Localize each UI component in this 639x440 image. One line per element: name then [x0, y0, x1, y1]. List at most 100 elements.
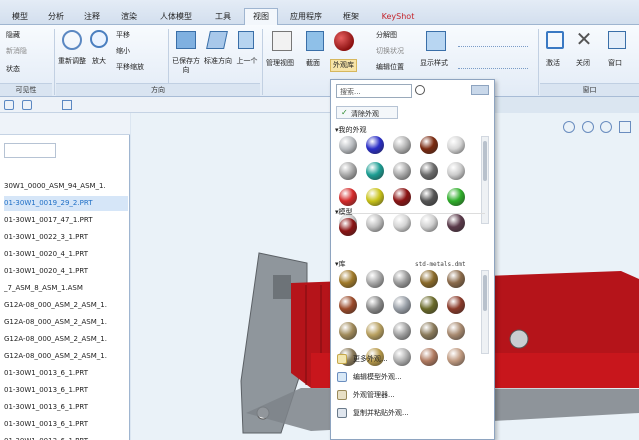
appearance-swatch[interactable] — [366, 296, 384, 314]
appearance-swatch[interactable] — [339, 188, 357, 206]
undo-icon[interactable] — [4, 100, 14, 110]
tree-row[interactable]: 01-30W1_0013_6_1.PRT — [4, 400, 128, 415]
appearance-swatch[interactable] — [447, 214, 465, 232]
tree-row-selected[interactable]: 01-30W1_0019_29_2.PRT — [4, 196, 128, 211]
appearance-swatch[interactable] — [366, 322, 384, 340]
edit-position-item[interactable]: 编辑位置 — [376, 63, 404, 72]
appearance-swatch[interactable] — [420, 188, 438, 206]
appearance-swatch[interactable] — [447, 296, 465, 314]
appearance-swatch[interactable] — [339, 296, 357, 314]
appearance-swatch[interactable] — [339, 162, 357, 180]
zoom-out-item[interactable]: 缩小 — [116, 47, 130, 56]
tab-applications[interactable]: 应用程序 — [282, 9, 330, 24]
toggle-status-item[interactable]: 切换状况 — [376, 47, 404, 56]
tab-annotate[interactable]: 注释 — [76, 9, 108, 24]
appearance-swatch[interactable] — [393, 296, 411, 314]
exploded-view-item[interactable]: 分解图 — [376, 31, 397, 40]
search-icon[interactable] — [415, 85, 425, 95]
tab-tools[interactable]: 工具 — [206, 9, 240, 24]
new-hide-item[interactable]: 新消隐 — [6, 47, 27, 56]
appearance-swatch[interactable] — [393, 322, 411, 340]
tree-row[interactable]: G12A-08_000_ASM_2_ASM_1. — [4, 315, 128, 330]
tree-row[interactable]: G12A-08_000_ASM_2_ASM_1. — [4, 349, 128, 364]
appearance-swatch[interactable] — [447, 270, 465, 288]
tab-view[interactable]: 视图 — [244, 8, 278, 25]
appearance-swatch[interactable] — [447, 188, 465, 206]
tab-analysis[interactable]: 分析 — [40, 9, 72, 24]
my-appearances-scrollbar[interactable] — [481, 136, 489, 224]
edit-model-appearance-item[interactable]: 编辑模型外观... — [337, 370, 487, 384]
tab-human-model[interactable]: 人体模型 — [150, 9, 202, 24]
appearance-swatch[interactable] — [366, 188, 384, 206]
tree-row[interactable]: G12A-08_000_ASM_2_ASM_1. — [4, 332, 128, 347]
appearance-gallery-button[interactable]: 外观库 — [330, 59, 357, 72]
standard-orientation-button[interactable]: 标准方向 — [204, 57, 232, 66]
model-tree-panel: 30W1_0000_ASM_94_ASM_1. 01-30W1_0019_29_… — [0, 113, 130, 440]
display-style-button[interactable]: 显示样式 — [420, 59, 448, 68]
section-icon — [306, 31, 324, 51]
tree-filter-dropdown[interactable] — [4, 143, 56, 158]
window-group-label: 窗口 — [540, 83, 639, 96]
appearance-swatch[interactable] — [366, 214, 384, 232]
appearance-swatch[interactable] — [339, 270, 357, 288]
activate-button[interactable]: 激活 — [546, 59, 560, 68]
appearance-swatch[interactable] — [420, 322, 438, 340]
appearance-gallery-dropdown: 搜索... ✓ 清除外观 ▾我的外观 ▾模型 ▾库 std-metals.dmt… — [330, 79, 495, 440]
view-options-icon[interactable] — [471, 85, 489, 95]
appearance-swatch[interactable] — [447, 136, 465, 154]
previous-button[interactable]: 上一个 — [234, 57, 260, 66]
appearance-swatch[interactable] — [420, 214, 438, 232]
tab-render[interactable]: 渲染 — [112, 9, 146, 24]
appearance-swatch[interactable] — [366, 136, 384, 154]
tree-row[interactable]: 30W1_0000_ASM_94_ASM_1. — [4, 179, 128, 194]
tab-keyshot[interactable]: KeyShot — [372, 9, 424, 24]
appearance-swatch[interactable] — [339, 218, 357, 236]
appearance-swatch[interactable] — [393, 136, 411, 154]
tree-row[interactable]: G12A-08_000_ASM_2_ASM_1. — [4, 298, 128, 313]
zoom-in-button[interactable]: 放大 — [92, 57, 106, 66]
appearance-swatch[interactable] — [420, 270, 438, 288]
tree-row[interactable]: 01-30W1_0020_4_1.PRT — [4, 264, 128, 279]
tab-model[interactable]: 模型 — [4, 9, 36, 24]
refit-button[interactable]: 重新调整 — [58, 57, 86, 66]
copy-paste-appearance-item[interactable]: 复制并粘贴外观... — [337, 406, 487, 420]
library-scrollbar[interactable] — [481, 270, 489, 354]
saved-orientation-button[interactable]: 已保存方向 — [172, 57, 200, 75]
window-button[interactable]: 窗口 — [608, 59, 622, 68]
status-item[interactable]: 状态 — [6, 65, 20, 74]
tree-row[interactable]: 01-30W1_0020_4_1.PRT — [4, 247, 128, 262]
appearance-swatch[interactable] — [339, 136, 357, 154]
appearance-search-input[interactable]: 搜索... — [336, 84, 412, 98]
appearance-swatch[interactable] — [366, 270, 384, 288]
appearance-manager-item[interactable]: 外观管理器... — [337, 388, 487, 402]
pan-item[interactable]: 平移 — [116, 31, 130, 40]
clear-appearance-button[interactable]: ✓ 清除外观 — [336, 106, 398, 119]
appearance-swatch[interactable] — [393, 188, 411, 206]
appearance-swatch[interactable] — [393, 162, 411, 180]
tree-row[interactable]: _7_ASM_8_ASM_1.ASM — [4, 281, 128, 296]
tree-row[interactable]: 01-30W1_0013_6_1.PRT — [4, 383, 128, 398]
tree-row[interactable]: 01-30W1_0022_3_1.PRT — [4, 230, 128, 245]
section-button[interactable]: 截面 — [306, 59, 320, 68]
appearance-swatch[interactable] — [447, 322, 465, 340]
appearance-swatch[interactable] — [420, 162, 438, 180]
tree-row[interactable]: 01-30W1_0013_6_1.PRT — [4, 366, 128, 381]
more-appearances-item[interactable]: 更多外观... — [337, 352, 487, 366]
redo-icon[interactable] — [22, 100, 32, 110]
appearance-swatch[interactable] — [393, 214, 411, 232]
tree-row[interactable]: 01-30W1_0017_47_1.PRT — [4, 213, 128, 228]
appearance-swatch[interactable] — [366, 162, 384, 180]
close-button[interactable]: 关闭 — [576, 59, 590, 68]
tree-row[interactable]: 01-30W1_0013_6_1.PRT — [4, 434, 128, 440]
tree-row[interactable]: 01-30W1_0013_6_1.PRT — [4, 417, 128, 432]
appearance-swatch[interactable] — [420, 136, 438, 154]
hide-item[interactable]: 隐藏 — [6, 31, 20, 40]
appearance-swatch[interactable] — [420, 296, 438, 314]
appearance-swatch[interactable] — [447, 162, 465, 180]
appearance-swatch[interactable] — [393, 270, 411, 288]
regenerate-icon[interactable] — [62, 100, 72, 110]
tab-framework[interactable]: 框架 — [334, 9, 368, 24]
pan-zoom-item[interactable]: 平移缩放 — [116, 63, 144, 72]
appearance-swatch[interactable] — [339, 322, 357, 340]
manage-views-button[interactable]: 管理视图 — [266, 59, 294, 68]
